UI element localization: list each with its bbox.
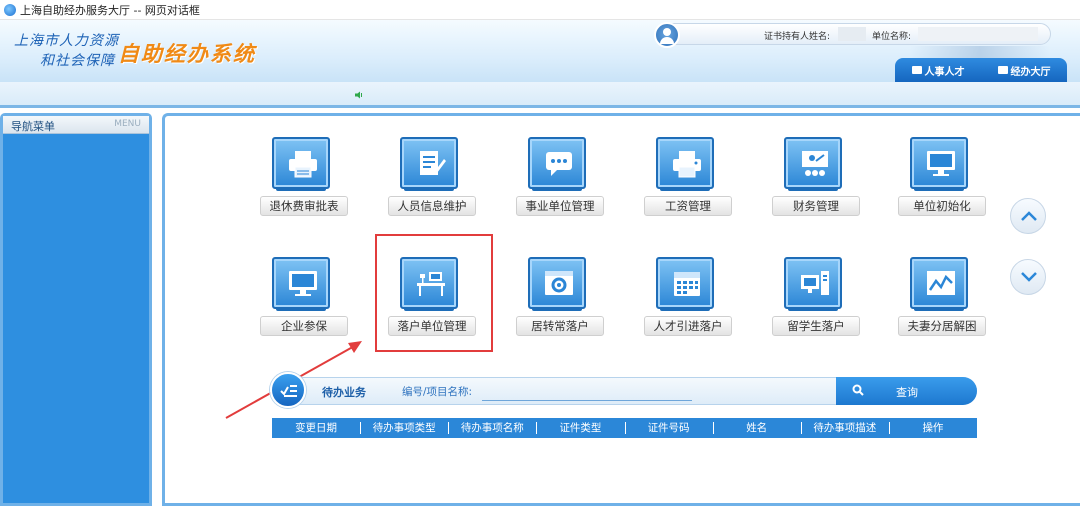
notice-strip [0, 82, 1080, 108]
tile-stand [788, 187, 838, 191]
edit-document-icon [400, 137, 458, 189]
tile-label: 财务管理 [772, 196, 860, 216]
line-chart-icon [910, 257, 968, 309]
top-nav: 人事人才 经办大厅 [895, 58, 1067, 82]
cert-holder-value-masked [838, 27, 866, 41]
tile-unit-initialization[interactable]: 单位初始化 [898, 137, 988, 237]
tile-overseas-student[interactable]: 留学生落户 [772, 257, 862, 357]
checklist-icon [270, 372, 306, 408]
browser-settings-icon [528, 257, 586, 309]
monitor-icon [910, 137, 968, 189]
chevron-up-icon [1021, 211, 1037, 221]
unit-name-label: 单位名称: [872, 32, 912, 42]
tile-settlement-unit-management[interactable]: 落户单位管理 [388, 257, 478, 357]
sidebar-title: 导航菜单 [11, 120, 55, 133]
column-id-number: 证件号码 [624, 418, 713, 438]
query-button[interactable]: 查询 [836, 377, 977, 405]
column-change-date: 变更日期 [295, 422, 338, 434]
presentation-icon [784, 137, 842, 189]
tile-couple-separation[interactable]: 夫妻分居解困 [898, 257, 988, 357]
column-item-type: 待办事项类型 [360, 418, 448, 438]
brand-line1: 上海市人力资源 [14, 33, 119, 49]
user-info-bar: 证书持有人姓名: 单位名称: [654, 22, 1051, 48]
cert-holder-label: 证书持有人姓名: [764, 32, 831, 42]
nav-service-hall[interactable]: 经办大厅 [997, 63, 1051, 78]
system-name: 自助经办系统 [118, 41, 256, 66]
search-input[interactable] [482, 383, 692, 401]
printer-icon [656, 137, 714, 189]
printer-icon [272, 137, 330, 189]
browser-icon [4, 3, 16, 16]
tile-stand [660, 307, 710, 311]
brand-logo: 上海市人力资源 和社会保障 [14, 30, 119, 70]
tile-talent-introduction[interactable]: 人才引进落户 [644, 257, 734, 357]
chevron-down-icon [1021, 272, 1037, 282]
id-card-icon [911, 66, 922, 74]
sidebar-header: 导航菜单 MENU [3, 116, 149, 134]
header: 上海市人力资源 和社会保障 自助经办系统 证书持有人姓名: 单位名称: 人事人才… [0, 20, 1080, 82]
computer-tower-icon [784, 257, 842, 309]
column-id-type: 证件类型 [536, 418, 624, 438]
tile-stand [532, 307, 582, 311]
sidebar: 导航菜单 MENU [0, 113, 152, 506]
scroll-down-button[interactable] [1010, 259, 1046, 295]
tile-salary-management[interactable]: 工资管理 [644, 137, 734, 237]
nav-hr-talent[interactable]: 人事人才 [911, 63, 965, 78]
scroll-up-button[interactable] [1010, 198, 1046, 234]
desk-icon [400, 257, 458, 309]
speaker-icon [355, 91, 362, 99]
tile-label: 工资管理 [644, 196, 732, 216]
tile-residence-conversion[interactable]: 居转常落户 [516, 257, 606, 357]
sidebar-menu-label[interactable]: MENU [114, 119, 141, 129]
window-title: 上海自助经办服务大厅 -- 网页对话框 [20, 3, 200, 17]
column-name: 姓名 [712, 418, 801, 438]
search-field-label: 编号/项目名称: [402, 386, 473, 398]
tile-stand [788, 307, 838, 311]
window-titlebar: 上海自助经办服务大厅 -- 网页对话框 [0, 0, 1080, 20]
column-item-name: 待办事项名称 [448, 418, 536, 438]
calendar-icon [656, 257, 714, 309]
building-icon [997, 66, 1008, 74]
tile-stand [404, 187, 454, 191]
monitor-icon [272, 257, 330, 309]
tile-label: 居转常落户 [516, 316, 604, 336]
search-icon [852, 384, 864, 396]
unit-name-value-masked [918, 27, 1038, 41]
tile-label: 退休费审批表 [260, 196, 348, 216]
tile-label: 留学生落户 [772, 316, 860, 336]
tile-retirement-approval[interactable]: 退休费审批表 [260, 137, 350, 237]
pending-table-header: 变更日期 待办事项类型 待办事项名称 证件类型 证件号码 姓名 待办事项描述 操… [272, 418, 977, 438]
tile-stand [914, 187, 964, 191]
tile-personnel-info[interactable]: 人员信息维护 [388, 137, 478, 237]
pending-title: 待办业务 [322, 386, 366, 399]
tile-label: 事业单位管理 [516, 196, 604, 216]
tile-stand [276, 187, 326, 191]
tile-stand [532, 187, 582, 191]
tile-finance-management[interactable]: 财务管理 [772, 137, 862, 237]
tile-stand [276, 307, 326, 311]
brand-line2: 和社会保障 [40, 53, 115, 69]
tile-stand [404, 307, 454, 311]
tile-stand [660, 187, 710, 191]
tile-institution-management[interactable]: 事业单位管理 [516, 137, 606, 237]
tile-label: 夫妻分居解困 [898, 316, 986, 336]
tile-label: 人才引进落户 [644, 316, 732, 336]
chat-bubble-icon [528, 137, 586, 189]
user-avatar-icon [654, 22, 680, 48]
nav-service-hall-label: 经办大厅 [1010, 66, 1051, 78]
column-action: 操作 [888, 418, 977, 438]
tile-label: 人员信息维护 [388, 196, 476, 216]
tile-stand [914, 307, 964, 311]
tile-label: 落户单位管理 [388, 316, 476, 336]
nav-hr-talent-label: 人事人才 [924, 66, 965, 78]
query-button-label: 查询 [896, 386, 918, 399]
tile-label: 单位初始化 [898, 196, 986, 216]
column-item-description: 待办事项描述 [800, 418, 889, 438]
